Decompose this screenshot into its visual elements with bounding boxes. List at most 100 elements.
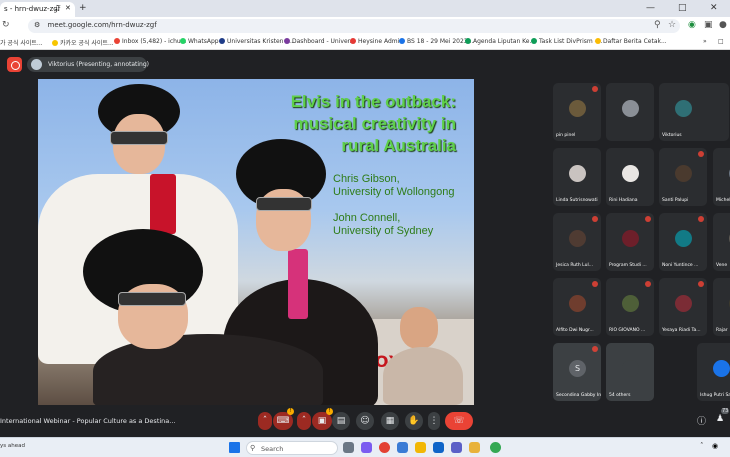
participant-name: Jesica Ruth Lul... [556, 263, 593, 268]
copilot-icon[interactable] [361, 442, 372, 453]
whatsapp-icon [180, 38, 186, 44]
tab-close-icon[interactable]: ✕ [65, 4, 71, 12]
bookmark-item[interactable]: 카카오 공식 사이트... [52, 38, 114, 47]
windows-start-icon[interactable] [229, 442, 240, 453]
participant-tile[interactable]: Viktorius [659, 83, 729, 141]
bookmark-item[interactable]: Agenda Liputan Ke... [465, 38, 535, 45]
reload-icon[interactable]: ↻ [2, 20, 10, 31]
mic-toggle-button[interactable]: ⌨ ! [273, 408, 294, 430]
emoji-reactions-button[interactable]: ☺ [356, 412, 374, 430]
more-options-button[interactable]: ⋮ [428, 412, 440, 430]
slide-front-person-body [93, 334, 323, 405]
participant-tile[interactable]: Santi Palupi [659, 148, 707, 206]
participant-tile[interactable]: RIO GIOVANO ... [606, 278, 654, 336]
chrome-active-icon[interactable] [490, 442, 501, 453]
meeting-title: International Webinar - Popular Culture … [0, 417, 176, 425]
zoom-icon[interactable]: ⚲ [654, 20, 661, 31]
tab-audio-icon[interactable]: ♫ [54, 4, 60, 12]
bookmark-item[interactable]: Heysine Admin [350, 38, 403, 45]
people-icon[interactable]: ♟ [716, 414, 724, 424]
participant-tile[interactable]: Rajar [713, 278, 730, 336]
maximize-icon[interactable]: □ [678, 3, 687, 13]
url-field[interactable]: ⚙ meet.google.com/hrn-dwuz-zgf [28, 19, 680, 33]
present-screen-button[interactable]: ▦ [381, 412, 399, 430]
leave-call-button[interactable]: ☏ [445, 412, 473, 430]
phone-hangup-icon: ☏ [453, 416, 465, 426]
bookmark-star-icon[interactable]: ☆ [668, 20, 676, 31]
minimize-icon[interactable]: — [646, 3, 655, 13]
participant-tile[interactable]: 54 others [606, 343, 654, 401]
participant-name: Noni Yuntince ... [662, 263, 699, 268]
participant-name: Ishug Putri Sal [700, 393, 730, 398]
outlook-icon[interactable] [433, 442, 444, 453]
slide-author: Chris Gibson, University of Wollongong [333, 173, 454, 199]
search-icon: ⚲ [250, 444, 256, 452]
slide-bystander [400, 307, 438, 349]
new-tab-button[interactable]: + [79, 3, 87, 13]
participant-tile[interactable]: Noni Yuntince ... [659, 213, 707, 271]
captions-icon: ▤ [336, 416, 346, 426]
camera-warning-badge: ! [326, 408, 333, 415]
participant-name: pin pinel [556, 133, 576, 138]
presentation-icon[interactable] [7, 57, 22, 72]
close-window-icon[interactable]: ✕ [710, 3, 718, 13]
browser-tab-meet[interactable]: ♫ s - hrn-dwuz-zgf ✕ [0, 2, 75, 17]
store-icon[interactable] [397, 442, 408, 453]
slide-title-line: Elvis in the outback: [290, 92, 456, 111]
meet-top-bar: Viktorius (Presenting, annotating) [0, 50, 730, 80]
participant-tile[interactable]: Linda Sutrisnowati [553, 148, 601, 206]
wifi-icon[interactable]: ◉ [712, 442, 718, 450]
participant-tile[interactable]: pin pinel [553, 83, 601, 141]
camera-toggle-button[interactable]: ▣ ! [312, 408, 333, 430]
teams-icon[interactable] [451, 442, 462, 453]
participant-name: Viktorius [662, 133, 682, 138]
mic-options-button[interactable]: ˆ [258, 412, 272, 430]
participant-tile[interactable] [606, 83, 654, 141]
chrome-taskbar-icon[interactable] [379, 442, 390, 453]
present-screen-icon: ▦ [385, 416, 395, 426]
participant-tile[interactable]: Ishug Putri Sal [697, 343, 730, 401]
participant-name: RIO GIOVANO ... [609, 328, 646, 333]
participant-tile[interactable]: Michel [713, 148, 730, 206]
url-text: meet.google.com/hrn-dwuz-zgf [47, 21, 157, 29]
taskbar-search-input[interactable]: ⚲ Search [246, 441, 338, 455]
bookmark-item[interactable]: 가 공식 사이트... [0, 38, 43, 47]
mic-muted-icon [645, 281, 651, 287]
extensions-icon[interactable]: ▣ [704, 20, 713, 31]
profile-icon[interactable]: ● [719, 20, 727, 31]
tray-chevron-icon[interactable]: ˆ [700, 442, 704, 450]
participant-avatar: S [569, 360, 586, 377]
bookmark-item[interactable]: WhatsApp [180, 38, 219, 45]
participant-tile[interactable]: Rini Hadiana [606, 148, 654, 206]
bookmarks-more-button[interactable]: » [703, 38, 707, 45]
hand-icon: ✋ [408, 416, 420, 426]
participant-tile[interactable]: Program Studi ... [606, 213, 654, 271]
participant-tile[interactable]: Alfito Dwi Nugr... [553, 278, 601, 336]
folder-icon[interactable]: □ [718, 38, 724, 45]
camera-options-button[interactable]: ˆ [297, 412, 311, 430]
participant-tile[interactable]: Vene [713, 213, 730, 271]
bookmark-item[interactable]: Task List DivPrism -... [531, 38, 603, 45]
extension-eye-icon[interactable]: ◉ [688, 20, 696, 31]
raise-hand-button[interactable]: ✋ [405, 412, 423, 430]
meeting-info-icon[interactable]: ⓘ [697, 414, 706, 427]
participant-tile[interactable]: Jesica Ruth Lul... [553, 213, 601, 271]
bookmark-item[interactable]: Inbox (5,482) - ichu... [114, 38, 186, 45]
participant-name: Alfito Dwi Nugr... [556, 328, 594, 333]
presenter-label: Viktorius (Presenting, annotating) [48, 61, 150, 68]
participant-tile[interactable]: Yesaya Riadi Ta... [659, 278, 707, 336]
file-explorer-icon[interactable] [415, 442, 426, 453]
site-info-icon[interactable]: ⚙ [34, 21, 40, 29]
task-view-icon[interactable] [343, 442, 354, 453]
mic-off-icon: ⌨ [276, 416, 290, 426]
participant-name: Yesaya Riadi Ta... [662, 328, 701, 333]
bookmark-item[interactable]: Daftar Berita Cetak... [595, 38, 667, 45]
slide-title-line: rural Australia [341, 136, 456, 155]
bookmark-item[interactable]: Dashboard - Univer... [284, 38, 355, 45]
folder-taskbar-icon[interactable] [469, 442, 480, 453]
bookmark-item[interactable]: BS 18 - 29 Mei 2023... [399, 38, 473, 45]
participant-tile[interactable]: S Secondina Gabby Intan ... [553, 343, 601, 401]
address-bar: ↻ ⚙ meet.google.com/hrn-dwuz-zgf ⚲ ☆ ◉ ▣… [0, 17, 730, 35]
captions-button[interactable]: ▤ [332, 412, 350, 430]
author-name: Chris Gibson, [333, 173, 400, 185]
